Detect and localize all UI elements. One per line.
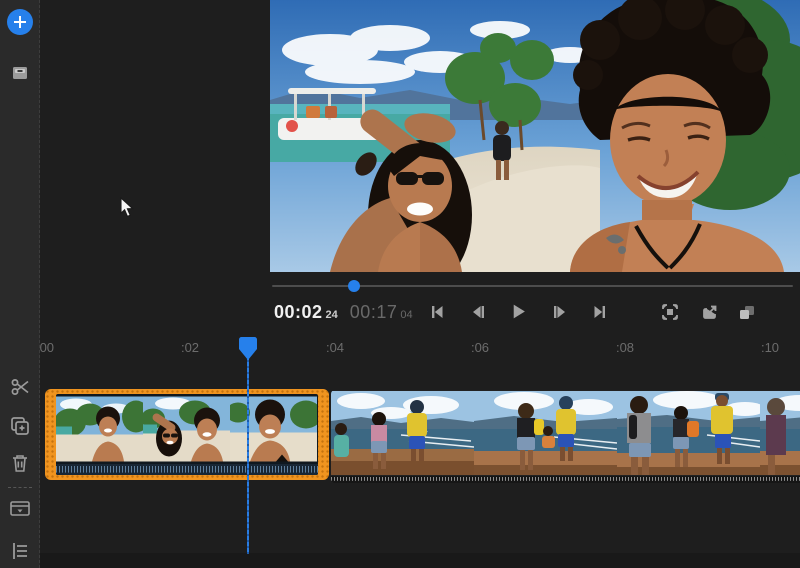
- play-button[interactable]: [507, 303, 529, 325]
- delete-clip-button[interactable]: [7, 452, 33, 478]
- current-frames: 24: [326, 309, 338, 321]
- track-list-icon: [10, 541, 30, 566]
- app-window: 00:022400:1704 :00 :02 :04 :06: [0, 0, 800, 568]
- go-to-end-icon: [592, 304, 608, 325]
- clip-2-thumbnails: [331, 390, 800, 476]
- step-forward-button[interactable]: [549, 303, 571, 325]
- expand-tracks-button[interactable]: [7, 540, 33, 566]
- trash-icon: [10, 453, 30, 478]
- playhead-line: [247, 356, 249, 554]
- duration-frames: 04: [400, 309, 412, 321]
- step-forward-icon: [552, 304, 568, 325]
- timeline-clip-1-selected[interactable]: [45, 389, 329, 480]
- timeline-bottom-strip: [40, 553, 800, 568]
- orientation-layout-icon: [738, 303, 756, 326]
- clip-2-thumb-3: [617, 390, 760, 476]
- orientation-layout-button[interactable]: [736, 303, 758, 325]
- timecode-display: 00:0224 00:1704: [274, 302, 413, 323]
- ruler-tick-06: :06: [471, 340, 489, 355]
- transport-controls: 00:0224 00:1704: [270, 298, 800, 332]
- step-back-button[interactable]: [467, 303, 489, 325]
- duplicate-icon: [9, 415, 31, 442]
- playhead-handle[interactable]: [239, 337, 257, 365]
- figure-small-left: [334, 423, 349, 457]
- fullscreen-icon: [661, 303, 679, 326]
- playhead-marker-icon: [239, 337, 257, 360]
- share-icon: [701, 303, 719, 326]
- current-timecode: 00:02: [274, 302, 323, 322]
- fullscreen-button[interactable]: [659, 303, 681, 325]
- scissors-icon: [9, 376, 31, 403]
- go-to-end-button[interactable]: [589, 303, 611, 325]
- play-icon: [510, 303, 527, 325]
- tray-icon: [9, 500, 31, 523]
- go-to-start-button[interactable]: [426, 303, 448, 325]
- clip-2-audio-waveform: [331, 476, 800, 483]
- ruler-tick-10: :10: [761, 340, 779, 355]
- toolbar-divider: [8, 487, 32, 488]
- duration-timecode: 00:17: [350, 302, 398, 322]
- plus-icon: [7, 9, 33, 35]
- timeline-ruler[interactable]: :00 :02 :04 :06 :08 :10: [0, 332, 800, 366]
- ruler-tick-08: :08: [616, 340, 634, 355]
- share-button[interactable]: [699, 303, 721, 325]
- clip-1-audio-waveform: [56, 464, 318, 475]
- timeline-clip-2[interactable]: [331, 390, 800, 483]
- split-clip-button[interactable]: [7, 376, 33, 402]
- clip-1-thumbnails: [56, 394, 318, 464]
- ruler-tick-04: :04: [326, 340, 344, 355]
- ruler-tick-02: :02: [181, 340, 199, 355]
- duplicate-clip-button[interactable]: [7, 415, 33, 441]
- clip-2-thumb-2: [474, 390, 617, 476]
- clip-1-thumb-1: [56, 394, 143, 464]
- preview-frame-image: [270, 0, 800, 272]
- go-to-start-icon: [429, 304, 445, 325]
- step-back-icon: [470, 304, 486, 325]
- media-browser-button[interactable]: [7, 62, 33, 88]
- video-preview: [270, 0, 800, 272]
- clip-2-thumb-1: [331, 390, 474, 476]
- clip-1-thumb-2: [143, 394, 230, 464]
- media-browser-icon: [10, 63, 30, 88]
- clip-2-thumb-4: [760, 390, 800, 476]
- scrubber-handle[interactable]: [348, 280, 360, 292]
- add-track-button[interactable]: [7, 498, 33, 524]
- add-media-button[interactable]: [7, 9, 33, 35]
- clip-1-thumb-3: [230, 394, 317, 464]
- left-toolbar: [0, 0, 40, 568]
- mouse-cursor: [120, 197, 135, 223]
